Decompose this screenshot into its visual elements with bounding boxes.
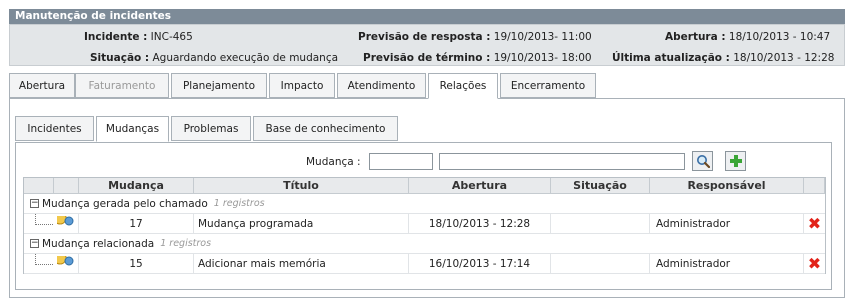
delete-button[interactable]: ✖ — [804, 214, 825, 233]
change-filter-label: Mudança : — [306, 156, 361, 168]
col-header-abertura[interactable]: Abertura — [409, 178, 551, 194]
change-icon — [54, 214, 79, 233]
subtab-mudancas[interactable]: Mudanças — [96, 116, 169, 142]
last-update-field: Última atualização : 18/10/2013 - 12:28 — [612, 52, 834, 64]
col-header-titulo[interactable]: Título — [194, 178, 409, 194]
col-header-actions — [804, 178, 825, 194]
group-label: Mudança relacionada 1 registros — [42, 234, 211, 253]
table-row[interactable]: 15 Adicionar mais memória 16/10/2013 - 1… — [24, 254, 825, 274]
group-count: 1 registros — [160, 238, 212, 249]
group-count: 1 registros — [213, 198, 265, 209]
group-row: − Mudança gerada pelo chamado 1 registro… — [24, 194, 825, 214]
tab-encerramento[interactable]: Encerramento — [500, 73, 596, 98]
subtab-problemas[interactable]: Problemas — [171, 116, 251, 141]
change-icon — [54, 254, 79, 273]
completion-forecast-label: Previsão de término : — [363, 52, 491, 64]
cell-status — [551, 214, 650, 233]
cell-owner: Administrador — [650, 254, 804, 273]
subtab-base-conhecimento[interactable]: Base de conhecimento — [253, 116, 398, 141]
tab-relacoes[interactable]: Relações — [428, 73, 498, 99]
incident-info-panel: Incidente : INC-465 Situação : Aguardand… — [9, 24, 845, 66]
last-update-value: 18/10/2013 - 12:28 — [733, 52, 835, 64]
delete-icon: ✖ — [807, 213, 822, 233]
add-icon — [729, 155, 742, 167]
incident-value: INC-465 — [150, 31, 193, 43]
table-row[interactable]: 17 Mudança programada 18/10/2013 - 12:28… — [24, 214, 825, 234]
status-label: Situação : — [90, 52, 150, 64]
grid-header-tree — [24, 178, 54, 194]
status-value: Aguardando execução de mudança — [152, 52, 339, 64]
changes-grid: Mudança Título Abertura Situação Respons… — [23, 177, 826, 274]
status-field: Situação : Aguardando execução de mudanç… — [90, 52, 338, 64]
collapse-icon[interactable]: − — [30, 239, 39, 248]
add-button[interactable] — [725, 151, 746, 171]
group-name: Mudança gerada pelo chamado — [42, 197, 208, 210]
tab-atendimento[interactable]: Atendimento — [337, 73, 426, 98]
group-row: − Mudança relacionada 1 registros — [24, 234, 825, 254]
cell-status — [551, 254, 650, 273]
collapse-icon[interactable]: − — [30, 199, 39, 208]
window-title: Manutenção de incidentes — [9, 9, 845, 24]
tab-planejamento[interactable]: Planejamento — [171, 73, 267, 98]
change-code-input[interactable] — [369, 153, 433, 170]
opening-field: Abertura : 18/10/2013 - 10:47 — [665, 31, 830, 43]
change-description-input[interactable] — [439, 153, 685, 170]
cell-title: Mudança programada — [194, 214, 409, 233]
search-button[interactable] — [692, 151, 713, 171]
incident-label: Incidente : — [84, 31, 148, 43]
cell-owner: Administrador — [650, 214, 804, 233]
cell-id: 17 — [79, 214, 194, 233]
group-name: Mudança relacionada — [42, 237, 155, 250]
completion-forecast-value: 19/10/2013- 18:00 — [493, 52, 592, 64]
response-forecast-label: Previsão de resposta : — [358, 31, 491, 43]
delete-button[interactable]: ✖ — [804, 254, 825, 273]
last-update-label: Última atualização : — [612, 52, 730, 64]
group-label: Mudança gerada pelo chamado 1 registros — [42, 194, 265, 213]
subtab-incidentes[interactable]: Incidentes — [15, 116, 94, 141]
tab-abertura[interactable]: Abertura — [9, 73, 75, 98]
opening-label: Abertura : — [665, 31, 726, 43]
incident-field: Incidente : INC-465 — [84, 31, 193, 43]
cell-opened: 18/10/2013 - 12:28 — [409, 214, 551, 233]
col-header-situacao[interactable]: Situação — [551, 178, 650, 194]
tab-impacto[interactable]: Impacto — [269, 73, 335, 98]
col-header-responsavel[interactable]: Responsável — [650, 178, 804, 194]
response-forecast-value: 19/10/2013- 11:00 — [493, 31, 592, 43]
grid-header-icon — [54, 178, 79, 194]
search-icon — [696, 155, 710, 168]
completion-forecast-field: Previsão de término : 19/10/2013- 18:00 — [363, 52, 592, 64]
cell-id: 15 — [79, 254, 194, 273]
delete-icon: ✖ — [807, 253, 822, 273]
response-forecast-field: Previsão de resposta : 19/10/2013- 11:00 — [358, 31, 592, 43]
cell-opened: 16/10/2013 - 17:14 — [409, 254, 551, 273]
cell-title: Adicionar mais memória — [194, 254, 409, 273]
opening-value: 18/10/2013 - 10:47 — [728, 31, 831, 43]
col-header-mudanca[interactable]: Mudança — [79, 178, 194, 194]
tab-faturamento[interactable]: Faturamento — [75, 73, 169, 98]
